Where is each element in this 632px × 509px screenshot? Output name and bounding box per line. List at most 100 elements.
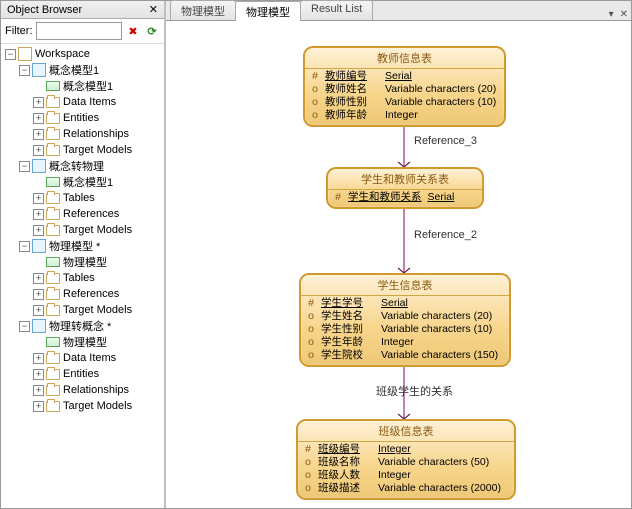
entity-box[interactable]: 学生和教师关系表#学生和教师关系Serial	[326, 167, 484, 209]
attr-type: Serial	[428, 191, 455, 204]
attr-name: 学生姓名	[321, 310, 375, 323]
tree-label: 物理模型	[62, 334, 108, 350]
entity-attribute-row[interactable]: #班级编号Integer	[304, 443, 508, 456]
entity-attribute-row[interactable]: o学生院校Variable characters (150)	[307, 349, 503, 362]
entity-attribute-row[interactable]: o教师年龄Integer	[311, 109, 498, 122]
expand-icon[interactable]: +	[33, 401, 44, 412]
tree-row[interactable]: +Target Models	[5, 302, 162, 318]
entity-attribute-row[interactable]: o教师姓名Variable characters (20)	[311, 83, 498, 96]
tree-label: 概念模型1	[62, 78, 114, 94]
entity-attribute-row[interactable]: o教师性别Variable characters (10)	[311, 96, 498, 109]
clear-filter-icon[interactable]: ✖	[125, 23, 141, 39]
tree-row[interactable]: 概念模型1	[5, 174, 162, 190]
tree-row[interactable]: −物理模型 *	[5, 238, 162, 254]
tree-row[interactable]: −概念转物理	[5, 158, 162, 174]
attr-name: 班级描述	[318, 482, 372, 495]
expand-icon[interactable]: +	[33, 369, 44, 380]
pk-mark-icon: #	[307, 297, 315, 310]
tree-row[interactable]: +Target Models	[5, 222, 162, 238]
tree-label: Relationships	[62, 384, 130, 396]
expand-icon[interactable]: +	[33, 193, 44, 204]
tab-close-icon[interactable]: ✕	[617, 9, 631, 20]
tree-row[interactable]: +Data Items	[5, 94, 162, 110]
tree-row[interactable]: −Workspace	[5, 46, 162, 62]
entity-box[interactable]: 学生信息表#学生学号Serialo学生姓名Variable characters…	[299, 273, 511, 367]
tree-row[interactable]: +Tables	[5, 270, 162, 286]
workspace-icon	[18, 47, 32, 61]
entity-attribute-row[interactable]: #学生和教师关系Serial	[334, 191, 476, 204]
entity-box[interactable]: 教师信息表#教师编号Serialo教师姓名Variable characters…	[303, 46, 506, 127]
collapse-icon[interactable]: −	[5, 49, 16, 60]
tab[interactable]: 物理模型	[235, 1, 301, 21]
tree-row[interactable]: 物理模型	[5, 254, 162, 270]
tree-row[interactable]: 物理模型	[5, 334, 162, 350]
entity-attribute-row[interactable]: o班级描述Variable characters (2000)	[304, 482, 508, 495]
tab-bar: 物理模型物理模型Result List ▾ ✕	[166, 1, 631, 21]
refresh-icon[interactable]: ⟳	[144, 23, 160, 39]
panel-close-button[interactable]: ✕	[149, 3, 158, 16]
entity-attribute-row[interactable]: o班级人数Integer	[304, 469, 508, 482]
entity-box[interactable]: 班级信息表#班级编号Integero班级名称Variable character…	[296, 419, 516, 500]
folder-icon	[46, 129, 60, 140]
collapse-icon[interactable]: −	[19, 161, 30, 172]
tree-row[interactable]: −概念模型1	[5, 62, 162, 78]
entity-attribute-row[interactable]: o学生年龄Integer	[307, 336, 503, 349]
expand-icon[interactable]: +	[33, 97, 44, 108]
pk-mark-icon: #	[311, 70, 319, 83]
expand-icon[interactable]: +	[33, 273, 44, 284]
entity-attribute-row[interactable]: o学生性别Variable characters (10)	[307, 323, 503, 336]
expand-icon[interactable]: +	[33, 289, 44, 300]
entity-title: 学生信息表	[301, 275, 509, 296]
tree-label: Tables	[62, 192, 96, 204]
entity-title: 学生和教师关系表	[328, 169, 482, 190]
tree-row[interactable]: −物理转概念 *	[5, 318, 162, 334]
expand-icon[interactable]: +	[33, 129, 44, 140]
tree-label: Target Models	[62, 144, 133, 156]
expand-icon[interactable]: +	[33, 145, 44, 156]
tree-label: Relationships	[62, 128, 130, 140]
tab[interactable]: Result List	[300, 0, 373, 20]
tree-row[interactable]: + Entities	[5, 366, 162, 382]
tree-row[interactable]: +Entities	[5, 110, 162, 126]
relationship-label[interactable]: 班级学生的关系	[376, 383, 453, 399]
diagram-canvas[interactable]: Reference_3 Reference_2 班级学生的关系 教师信息表#教师…	[166, 21, 631, 508]
tab[interactable]: 物理模型	[170, 0, 236, 20]
folder-icon	[46, 273, 60, 284]
expand-icon[interactable]: +	[33, 305, 44, 316]
entity-attribute-row[interactable]: #学生学号Serial	[307, 297, 503, 310]
collapse-icon[interactable]: −	[19, 65, 30, 76]
entity-body: #学生学号Serialo学生姓名Variable characters (20)…	[301, 296, 509, 365]
entity-attribute-row[interactable]: #教师编号Serial	[311, 70, 498, 83]
tree-row[interactable]: + Relationships	[5, 382, 162, 398]
expand-icon[interactable]: +	[33, 209, 44, 220]
entity-attribute-row[interactable]: o班级名称Variable characters (50)	[304, 456, 508, 469]
diagram-icon	[46, 337, 60, 347]
collapse-icon[interactable]: −	[19, 321, 30, 332]
tree-row[interactable]: +References	[5, 286, 162, 302]
app-root: Object Browser ✕ Filter: ✖ ⟳ −Workspace−…	[0, 0, 632, 509]
tree-row[interactable]: +References	[5, 206, 162, 222]
attr-name: 教师性别	[325, 96, 379, 109]
expand-icon[interactable]: +	[33, 385, 44, 396]
object-tree[interactable]: −Workspace−概念模型1概念模型1+Data Items+Entitie…	[1, 44, 164, 508]
tab-dropdown-icon[interactable]: ▾	[606, 9, 617, 20]
tree-row[interactable]: + Target Models	[5, 142, 162, 158]
tree-row[interactable]: + Relationships	[5, 126, 162, 142]
relationship-label[interactable]: Reference_3	[414, 135, 477, 147]
tree-row[interactable]: +Data Items	[5, 350, 162, 366]
tree-label: Entities	[62, 368, 100, 380]
filter-input[interactable]	[36, 22, 123, 40]
nullable-mark-icon: o	[311, 83, 319, 96]
entity-attribute-row[interactable]: o学生姓名Variable characters (20)	[307, 310, 503, 323]
relationship-label[interactable]: Reference_2	[414, 229, 477, 241]
expand-icon[interactable]: +	[33, 225, 44, 236]
folder-icon	[46, 369, 60, 380]
expand-icon[interactable]: +	[33, 113, 44, 124]
collapse-icon[interactable]: −	[19, 241, 30, 252]
tree-row[interactable]: +Target Models	[5, 398, 162, 414]
filter-row: Filter: ✖ ⟳	[1, 19, 164, 44]
attr-type: Variable characters (2000)	[378, 482, 501, 495]
tree-row[interactable]: + Tables	[5, 190, 162, 206]
tree-row[interactable]: 概念模型1	[5, 78, 162, 94]
expand-icon[interactable]: +	[33, 353, 44, 364]
